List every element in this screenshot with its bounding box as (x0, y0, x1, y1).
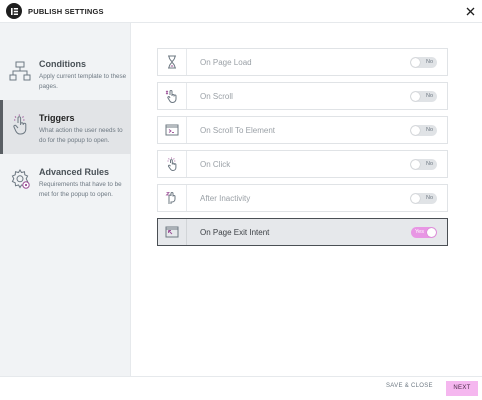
trigger-label: After Inactivity (200, 194, 251, 203)
sidebar-item-conditions[interactable]: Conditions Apply current template to the… (0, 46, 131, 100)
toggle-label: No (425, 127, 433, 133)
toggle-label: Yes (415, 229, 424, 235)
sitemap-icon (9, 61, 31, 81)
trigger-on-click[interactable]: On Click No (157, 150, 448, 178)
hand-click-icon (13, 114, 27, 135)
modal-title: PUBLISH SETTINGS (28, 7, 104, 16)
click-icon (167, 157, 177, 171)
trigger-label: On Page Exit Intent (200, 228, 270, 237)
toggle-label: No (425, 93, 433, 99)
gear-icon (11, 169, 30, 189)
toggle-label: No (425, 59, 433, 65)
trigger-on-page-exit-intent[interactable]: On Page Exit Intent Yes (157, 218, 448, 246)
exit-intent-icon (165, 226, 179, 238)
sidebar-item-advanced-rules[interactable]: Advanced Rules Requirements that have to… (0, 154, 131, 208)
sidebar-item-label: Conditions (39, 59, 86, 69)
settings-sidebar: Conditions Apply current template to the… (0, 23, 131, 376)
toggle-switch[interactable]: No (410, 159, 437, 170)
sidebar-item-label: Advanced Rules (39, 167, 110, 177)
trigger-on-scroll[interactable]: On Scroll No (157, 82, 448, 110)
scroll-hand-icon (165, 90, 177, 103)
save-and-close-button[interactable]: SAVE & CLOSE (386, 383, 433, 389)
hourglass-icon (168, 55, 176, 69)
trigger-label: On Click (200, 160, 231, 169)
toggle-switch[interactable]: Yes (411, 227, 437, 238)
sidebar-item-description: Requirements that have to be met for the… (39, 181, 122, 198)
trigger-after-inactivity[interactable]: After Inactivity No (157, 184, 448, 212)
close-icon (466, 7, 474, 15)
toggle-switch[interactable]: No (410, 57, 437, 68)
elementor-logo-icon (6, 3, 22, 19)
inactivity-icon (165, 192, 176, 204)
next-button[interactable]: NEXT (446, 381, 478, 396)
trigger-label: On Scroll To Element (200, 126, 275, 135)
trigger-label: On Scroll (200, 92, 233, 101)
toggle-switch[interactable]: No (410, 125, 437, 136)
sidebar-item-description: What action the user needs to do for the… (39, 127, 123, 144)
modal-footer: SAVE & CLOSE NEXT (0, 376, 482, 400)
trigger-on-page-load[interactable]: On Page Load No (157, 48, 448, 76)
toggle-switch[interactable]: No (410, 91, 437, 102)
toggle-label: No (425, 195, 433, 201)
trigger-label: On Page Load (200, 58, 252, 67)
close-button[interactable] (463, 4, 477, 18)
sidebar-item-triggers[interactable]: Triggers What action the user needs to d… (0, 100, 131, 154)
trigger-on-scroll-to-element[interactable]: On Scroll To Element No (157, 116, 448, 144)
sidebar-item-description: Apply current template to these pages. (39, 73, 127, 90)
toggle-switch[interactable]: No (410, 193, 437, 204)
toggle-label: No (425, 161, 433, 167)
sidebar-item-label: Triggers (39, 113, 75, 123)
modal-header: PUBLISH SETTINGS (0, 0, 482, 23)
scroll-element-icon (165, 124, 179, 136)
triggers-panel: On Page Load No On Scroll No On Scroll T… (132, 23, 482, 376)
